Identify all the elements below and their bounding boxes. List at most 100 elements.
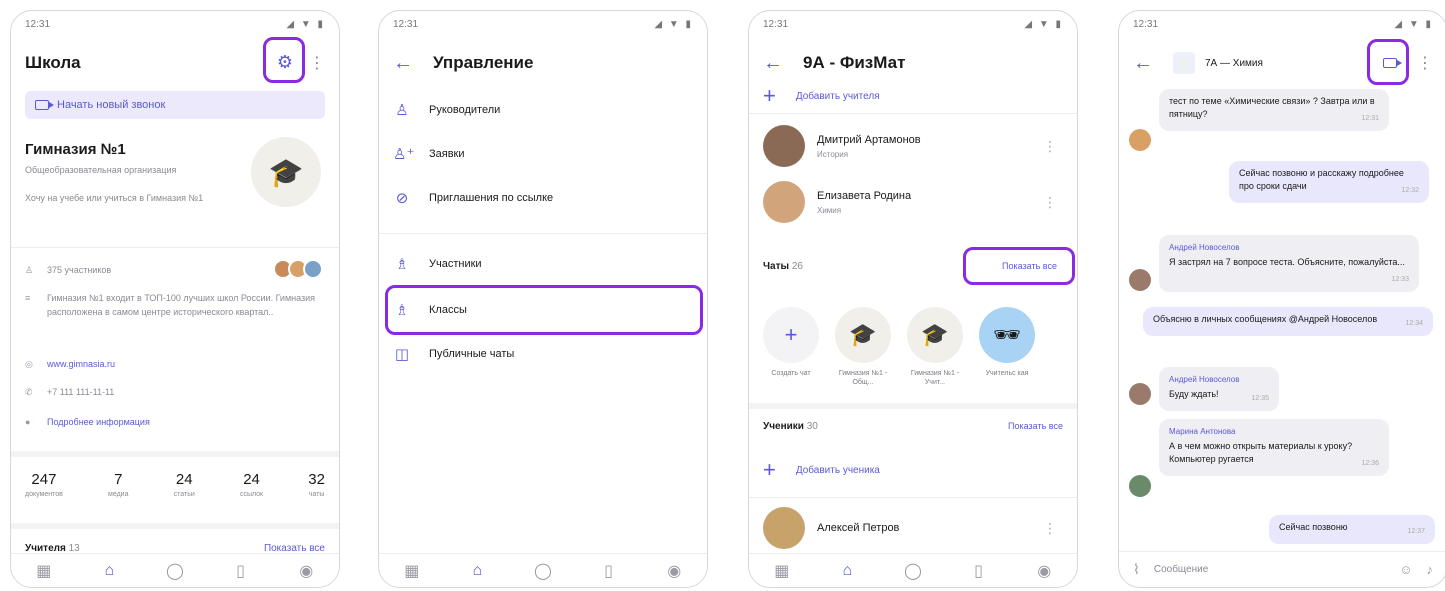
chat-item[interactable]: 🎓 Гимназия №1 - Общ...	[835, 307, 891, 387]
stat-media[interactable]: 7 медиа	[108, 471, 128, 498]
details-row[interactable]: ● Подробнее информация	[25, 415, 325, 429]
message-time: 12:31	[1361, 115, 1379, 122]
member-avatars	[273, 259, 323, 279]
tab-news-icon[interactable]: ▦	[33, 560, 55, 582]
phone-management: 12:31 ◢ ▼ ▮ ← Управление ♙ Руководители …	[378, 10, 708, 588]
show-all-chats[interactable]: Показать все	[1002, 261, 1057, 272]
status-bar: 12:31 ◢ ▼ ▮	[11, 11, 339, 37]
menu-item-label: Приглашения по ссылке	[429, 192, 554, 204]
about-text: Гимназия №1 входит в ТОП-100 лучших школ…	[47, 293, 316, 317]
message: Марина Антонова А в чем можно открыть ма…	[1159, 419, 1389, 476]
tab-news-icon[interactable]: ▦	[401, 560, 423, 582]
more-icon[interactable]: ⋮	[309, 53, 325, 73]
teacher-row[interactable]: Дмитрий Артамонов История ⋮	[763, 121, 1063, 171]
menu-item-members[interactable]: ♗ Участники	[393, 249, 693, 279]
tab-school-icon[interactable]: ⌂	[466, 560, 488, 582]
tab-school-icon[interactable]: ⌂	[836, 560, 858, 582]
menu-item-requests[interactable]: ♙⁺ Заявки	[393, 139, 693, 169]
chat-item[interactable]: 🕶 Учительс кая	[979, 307, 1035, 387]
tab-chats-icon[interactable]: ◯	[902, 560, 924, 582]
tab-profile-icon[interactable]: ◉	[663, 560, 685, 582]
microphone-icon[interactable]: ♪	[1427, 562, 1434, 577]
stat-links[interactable]: 24 ссылок	[240, 471, 263, 498]
divider	[379, 233, 707, 234]
chat-item[interactable]: 🎓 Гимназия №1 - Учит...	[907, 307, 963, 387]
tab-docs-icon[interactable]: ▯	[598, 560, 620, 582]
stats-row: 247 документов 7 медиа 24 статьи 24 ссылок 3…	[25, 471, 325, 498]
attach-icon[interactable]: ⌇	[1133, 561, 1140, 578]
message-author: Андрей Новоселов	[1169, 243, 1240, 252]
student-row[interactable]: Алексей Петров ⋮	[763, 503, 1063, 553]
message-text: Сейчас позвоню	[1279, 522, 1348, 532]
avatar	[1129, 383, 1151, 405]
site-link[interactable]: www.gimnasia.ru	[47, 357, 115, 371]
details-link[interactable]: Подробнее информация	[47, 415, 150, 429]
more-icon[interactable]: ⋮	[1043, 194, 1057, 211]
back-arrow-icon[interactable]: ←	[393, 52, 413, 75]
message-input[interactable]: Сообщение	[1154, 564, 1385, 575]
add-student-button[interactable]: + Добавить ученика	[763, 457, 1063, 483]
globe-icon: ◎	[25, 359, 33, 369]
back-arrow-icon[interactable]: ←	[763, 52, 783, 75]
teacher-name: Дмитрий Артамонов	[817, 133, 921, 146]
settings-icon[interactable]: ⚙	[277, 52, 293, 73]
emoji-icon[interactable]: ☺	[1399, 562, 1412, 577]
message-time: 12:34	[1405, 320, 1423, 327]
page-title: 9А - ФизМат	[803, 53, 906, 72]
tab-news-icon[interactable]: ▦	[771, 560, 793, 582]
teacher-row[interactable]: Елизавета Родина Химия ⋮	[763, 177, 1063, 227]
tab-chats-icon[interactable]: ◯	[532, 560, 554, 582]
menu-item-public-chats[interactable]: ◫ Публичные чаты	[393, 339, 693, 369]
tab-bar: ▦ ⌂ ◯ ▯ ◉	[11, 553, 339, 587]
members-icon: ♙	[25, 265, 34, 275]
phone-number: +7 111 111-11-11	[47, 387, 115, 397]
message-text: Я застрял на 7 вопросе теста. Объясните,…	[1169, 257, 1405, 267]
back-arrow-icon[interactable]: ←	[1133, 52, 1153, 75]
message: Объясню в личных сообщениях @Андрей Ново…	[1143, 307, 1433, 336]
tab-docs-icon[interactable]: ▯	[230, 560, 252, 582]
menu-item-invite-links[interactable]: ⊘ Приглашения по ссылке	[393, 183, 693, 213]
show-all-students[interactable]: Показать все	[1008, 421, 1063, 432]
header: ← 7А — Химия ⋮	[1119, 41, 1445, 85]
chats-carousel: + Создать чат 🎓 Гимназия №1 - Общ... 🎓 Г…	[763, 307, 1035, 387]
site-row[interactable]: ◎ www.gimnasia.ru	[25, 357, 325, 371]
tab-school-icon[interactable]: ⌂	[98, 560, 120, 582]
status-icons: ◢ ▼ ▮	[286, 19, 325, 30]
tab-profile-icon[interactable]: ◉	[1033, 560, 1055, 582]
tab-profile-icon[interactable]: ◉	[295, 560, 317, 582]
status-bar: 12:31 ◢ ▼ ▮	[379, 11, 707, 37]
stat-articles[interactable]: 24 статьи	[174, 471, 195, 498]
chat-avatar	[1173, 52, 1195, 74]
students-count: 30	[806, 421, 818, 432]
stat-chats[interactable]: 32 чаты	[308, 471, 325, 498]
stat-documents[interactable]: 247 документов	[25, 471, 63, 498]
avatar	[1129, 129, 1151, 151]
graduation-cap-icon: 🎓	[268, 156, 304, 188]
page-title: Школа	[25, 53, 81, 72]
section-divider	[11, 451, 339, 457]
tab-docs-icon[interactable]: ▯	[968, 560, 990, 582]
message: тест по теме «Химические связи» ? Завтра…	[1159, 89, 1389, 131]
message-text: тест по теме «Химические связи» ? Завтра…	[1169, 96, 1375, 119]
tab-chats-icon[interactable]: ◯	[164, 560, 186, 582]
plus-icon: +	[763, 83, 776, 108]
more-icon[interactable]: ⋮	[1043, 520, 1057, 537]
chat-item-create[interactable]: + Создать чат	[763, 307, 819, 387]
page-title: Управление	[433, 53, 534, 72]
start-call-button[interactable]: Начать новый звонок	[25, 91, 325, 119]
divider	[11, 247, 339, 248]
user-icon: ♙	[395, 102, 409, 119]
add-student-label: Добавить ученика	[795, 464, 880, 476]
video-call-icon[interactable]	[1383, 55, 1402, 73]
chats-header: Чаты 26 Показать все	[763, 261, 1063, 272]
menu-item-managers[interactable]: ♙ Руководители	[393, 95, 693, 125]
header: Школа ⚙ ⋮	[11, 41, 339, 85]
message: Андрей Новоселов Буду ждать! 12:35	[1159, 367, 1279, 411]
group-icon: ♗	[395, 256, 409, 273]
phone-row[interactable]: ✆ +7 111 111-11-11	[25, 385, 325, 399]
menu-item-classes[interactable]: ♗ Классы	[393, 295, 693, 325]
more-icon[interactable]: ⋮	[1417, 53, 1433, 73]
more-icon[interactable]: ⋮	[1043, 138, 1057, 155]
teacher-role: История	[817, 149, 849, 159]
add-teacher-button[interactable]: + Добавить учителя	[763, 83, 1063, 109]
